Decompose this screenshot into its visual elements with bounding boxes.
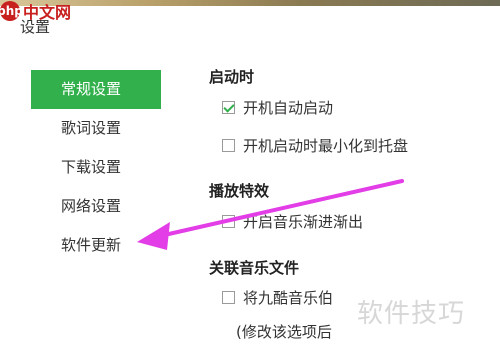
watermark-bottom-text: 软件技巧 (357, 299, 466, 329)
